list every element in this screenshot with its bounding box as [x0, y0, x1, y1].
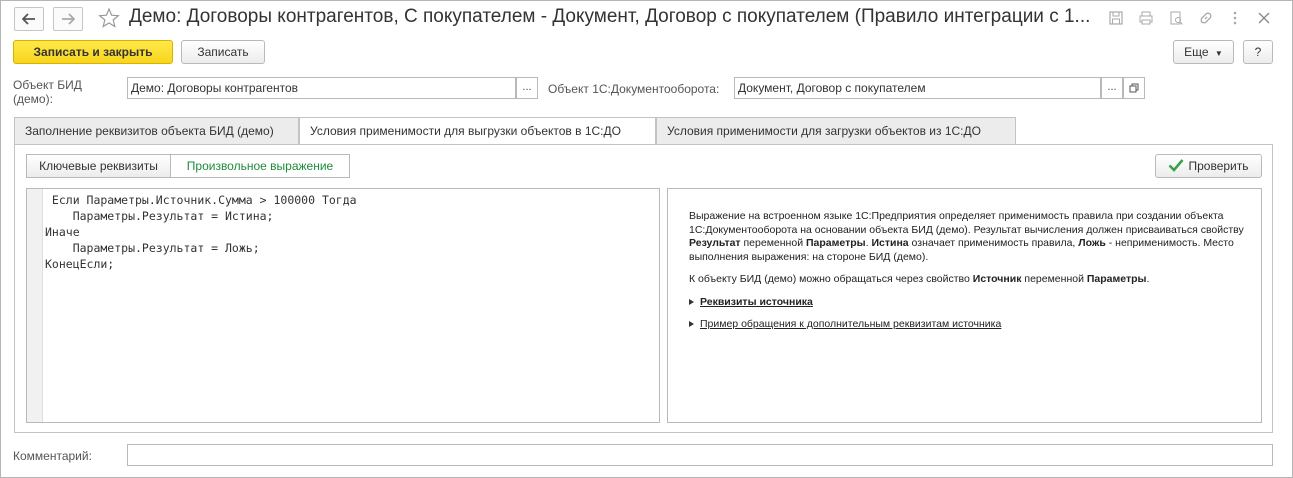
more-actions-icon[interactable]	[1227, 10, 1243, 26]
code-text: Если Параметры.Источник.Сумма > 100000 Т…	[45, 192, 357, 272]
link-icon[interactable]	[1198, 10, 1214, 26]
code-line: Если Параметры.Источник.Сумма > 100000 Т…	[45, 193, 357, 207]
source-fields-link-row[interactable]: Реквизиты источника	[689, 296, 1249, 310]
forward-button[interactable]	[53, 7, 83, 31]
checkmark-icon	[1169, 159, 1184, 172]
code-line: КонецЕсли;	[45, 257, 115, 271]
editor-gutter	[27, 189, 43, 422]
help-text-span: К объекту БИД (демо) можно обращаться че…	[689, 273, 973, 285]
extra-fields-example-link[interactable]: Пример обращения к дополнительным реквиз…	[700, 318, 1001, 330]
help-text-span: Выражение на встроенном языке 1С:Предпри…	[689, 210, 1244, 236]
do-object-open-button[interactable]	[1123, 77, 1145, 99]
preview-icon[interactable]	[1168, 10, 1184, 26]
save-icon[interactable]	[1108, 10, 1124, 26]
tab-export-conditions[interactable]: Условия применимости для выгрузки объект…	[299, 117, 656, 145]
code-editor[interactable]: Если Параметры.Источник.Сумма > 100000 Т…	[26, 188, 660, 423]
comment-field[interactable]	[127, 444, 1273, 466]
more-menu-label: Еще	[1184, 45, 1209, 59]
help-bold: Результат	[689, 237, 741, 249]
help-text: Выражение на встроенном языке 1С:Предпри…	[689, 210, 1249, 341]
help-button[interactable]: ?	[1243, 40, 1273, 64]
title-bar: Демо: Договоры контрагентов, С покупател…	[1, 1, 1292, 35]
bid-object-label: Объект БИД (демо):	[13, 78, 82, 106]
help-bold: Параметры	[805, 237, 866, 249]
check-button[interactable]: Проверить	[1155, 154, 1262, 178]
help-text-span: переменной	[740, 237, 806, 249]
do-object-select-button[interactable]: ...	[1101, 77, 1123, 99]
expand-triangle-icon	[689, 298, 694, 305]
help-bold: Параметры	[1086, 273, 1147, 285]
help-text-span: переменной	[1021, 273, 1087, 285]
help-bold: Истина	[871, 237, 909, 249]
comment-label: Комментарий:	[13, 449, 92, 463]
help-text-span: означает применимость правила,	[908, 237, 1079, 249]
check-button-label: Проверить	[1188, 159, 1249, 173]
form-window: Демо: Договоры контрагентов, С покупател…	[0, 0, 1293, 478]
help-paragraph: Выражение на встроенном языке 1С:Предпри…	[689, 210, 1249, 264]
save-and-close-button[interactable]: Записать и закрыть	[13, 40, 173, 64]
window-title: Демо: Договоры контрагентов, С покупател…	[129, 6, 1089, 27]
extra-fields-link-row[interactable]: Пример обращения к дополнительным реквиз…	[689, 318, 1249, 332]
dropdown-arrow-icon: ▼	[1214, 49, 1223, 58]
help-bold: Источник	[972, 273, 1022, 285]
more-menu-button[interactable]: Еще ▼	[1173, 40, 1234, 64]
tab-import-conditions[interactable]: Условия применимости для загрузки объект…	[656, 117, 1016, 144]
help-bold: Ложь	[1078, 237, 1106, 249]
bid-object-select-button[interactable]: ...	[516, 77, 538, 99]
help-text-span: .	[1146, 273, 1150, 285]
custom-expression-option[interactable]: Произвольное выражение	[170, 154, 350, 178]
open-window-icon	[1129, 83, 1139, 93]
arrow-right-icon	[62, 13, 75, 25]
do-object-label: Объект 1С:Документооборота:	[548, 82, 720, 96]
source-fields-link[interactable]: Реквизиты источника	[700, 296, 813, 308]
save-button[interactable]: Записать	[181, 40, 265, 64]
tab-fill-bid-fields[interactable]: Заполнение реквизитов объекта БИД (демо)	[14, 117, 299, 144]
help-panel: Выражение на встроенном языке 1С:Предпри…	[667, 188, 1262, 423]
favorite-star-icon[interactable]	[98, 7, 120, 29]
arrow-left-icon	[22, 13, 35, 25]
code-line: Параметры.Результат = Ложь;	[45, 241, 260, 255]
do-object-field[interactable]: Документ, Договор с покупателем	[734, 77, 1101, 99]
expand-triangle-icon	[689, 321, 694, 328]
code-line: Параметры.Результат = Истина;	[45, 209, 274, 223]
close-icon[interactable]	[1256, 10, 1272, 26]
help-paragraph: К объекту БИД (демо) можно обращаться че…	[689, 273, 1249, 287]
print-icon[interactable]	[1138, 10, 1154, 26]
key-fields-option[interactable]: Ключевые реквизиты	[26, 154, 171, 178]
bid-object-field[interactable]: Демо: Договоры контрагентов	[127, 77, 516, 99]
code-line: Иначе	[45, 225, 80, 239]
back-button[interactable]	[14, 7, 44, 31]
